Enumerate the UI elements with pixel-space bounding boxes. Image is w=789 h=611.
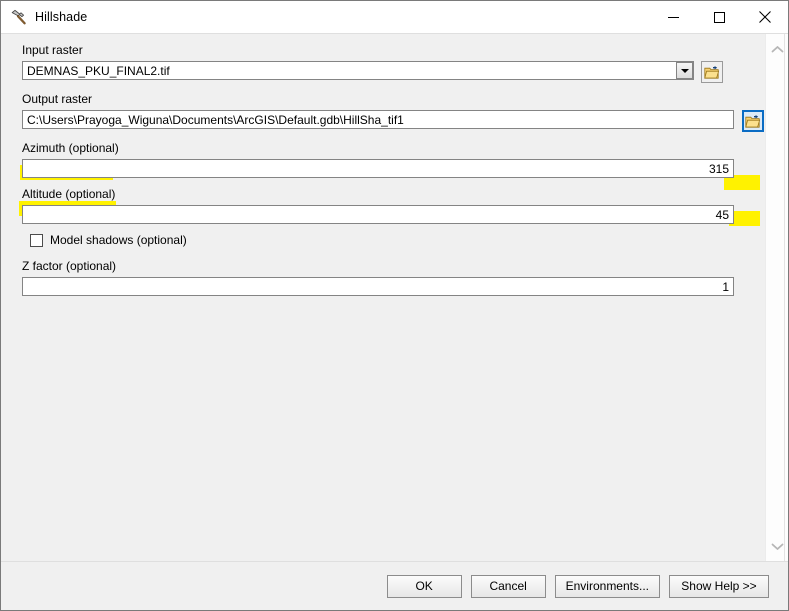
form-region: Input raster DEMNAS_PKU_FINAL2.tif Outpu… (1, 34, 788, 561)
z-factor-group: Z factor (optional) (22, 259, 765, 296)
hillshade-dialog-window: Hillshade Input raster DEMNAS_PKU_FINAL2… (0, 0, 789, 611)
azimuth-row (22, 159, 765, 178)
input-raster-row (22, 61, 765, 83)
close-icon[interactable] (742, 1, 788, 33)
parameter-form: Input raster DEMNAS_PKU_FINAL2.tif Outpu… (1, 34, 765, 561)
window-title: Hillshade (35, 10, 88, 24)
hammer-tool-icon (10, 9, 27, 26)
azimuth-label: Azimuth (optional) (22, 141, 119, 155)
dialog-client-area: Input raster DEMNAS_PKU_FINAL2.tif Outpu… (1, 33, 788, 610)
azimuth-input[interactable] (22, 159, 734, 178)
show-help-button[interactable]: Show Help >> (669, 574, 769, 598)
chevron-down-icon[interactable] (768, 537, 786, 555)
input-raster-browse-button[interactable] (701, 61, 723, 83)
model-shadows-label: Model shadows (optional) (50, 233, 187, 247)
environments-button[interactable]: Environments... (554, 574, 660, 598)
chevron-down-icon[interactable] (676, 62, 693, 79)
output-raster-browse-button[interactable] (742, 110, 764, 132)
output-raster-row (22, 110, 765, 132)
altitude-row (22, 205, 765, 224)
minimize-icon[interactable] (650, 1, 696, 33)
z-factor-input[interactable] (22, 277, 734, 296)
input-raster-group: Input raster (22, 43, 765, 83)
model-shadows-checkbox[interactable] (30, 233, 43, 247)
maximize-icon[interactable] (696, 1, 742, 33)
z-factor-label: Z factor (optional) (22, 259, 117, 273)
altitude-group: Altitude (optional) (22, 187, 765, 224)
input-raster-input[interactable] (22, 61, 694, 80)
output-raster-input[interactable] (22, 110, 734, 129)
altitude-input[interactable] (22, 205, 734, 224)
chevron-up-icon[interactable] (768, 40, 786, 58)
input-raster-label: Input raster (22, 43, 83, 57)
output-raster-group: Output raster (22, 92, 765, 132)
z-factor-row (22, 277, 765, 296)
vertical-scrollbar[interactable] (765, 34, 788, 561)
title-bar: Hillshade (1, 1, 788, 33)
input-raster-combobox[interactable] (22, 61, 694, 83)
altitude-label: Altitude (optional) (22, 187, 116, 201)
ok-button[interactable]: OK (386, 574, 462, 598)
dialog-button-bar: OK Cancel Environments... Show Help >> (1, 561, 788, 610)
cancel-button[interactable]: Cancel (470, 574, 546, 598)
output-raster-label: Output raster (22, 92, 93, 106)
title-bar-left: Hillshade (1, 9, 87, 26)
model-shadows-row[interactable]: Model shadows (optional) (30, 233, 765, 247)
azimuth-group: Azimuth (optional) (22, 141, 765, 178)
window-controls (650, 1, 788, 33)
